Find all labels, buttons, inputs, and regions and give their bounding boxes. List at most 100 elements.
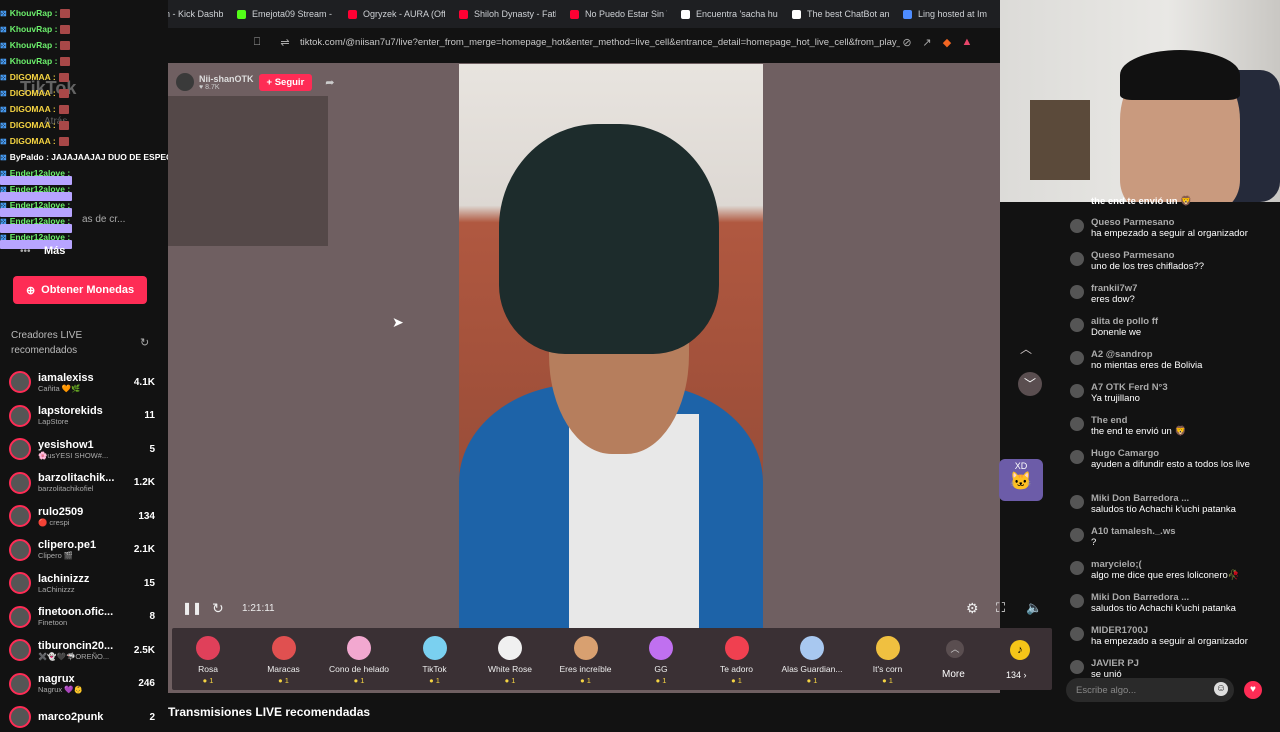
creator-avatar <box>9 572 31 594</box>
gift-item[interactable]: White Rose ● 1 <box>474 636 546 685</box>
chat-username[interactable]: Miki Don Barredora ... <box>1091 592 1270 603</box>
chat-text: ha empezado a seguir al organizador <box>1091 228 1248 239</box>
overlay-chat-name: KhouvRap : <box>9 8 58 18</box>
chat-username[interactable]: alita de pollo ff <box>1091 316 1270 327</box>
no-tracking-icon[interactable]: ⊘ <box>900 36 914 49</box>
chat-username[interactable]: MIDER1700J <box>1091 625 1270 636</box>
next-stream-icon[interactable]: ﹀ <box>1018 372 1042 396</box>
gift-item[interactable]: TikTok ● 1 <box>399 636 471 685</box>
like-heart-icon[interactable]: ♥ <box>1244 681 1262 699</box>
host-name[interactable]: Nii-shanOTK <box>199 74 254 84</box>
settings-icon[interactable]: ⚙ <box>966 600 979 617</box>
video-frame[interactable] <box>459 64 763 630</box>
tab-favicon-icon <box>459 9 468 19</box>
creator-item[interactable]: clipero.pe1 Clipero 🎬 2.1K <box>9 535 155 565</box>
browser-tab[interactable]: Shiloh Dynasty - Fathe <box>451 2 556 26</box>
chat-username[interactable]: Miki Don Barredora ... <box>1091 493 1270 504</box>
creator-item[interactable]: nagrux Nagrux 💜👶 246 <box>9 669 155 699</box>
browser-tab[interactable]: The best ChatBot and <box>784 2 889 26</box>
creator-item[interactable]: rulo2509 🔴 crespi 134 <box>9 501 155 531</box>
chat-avatar[interactable] <box>1070 384 1084 398</box>
gift-item[interactable]: Maracas ● 1 <box>248 636 320 685</box>
chat-avatar[interactable] <box>1070 450 1084 464</box>
chat-avatar[interactable] <box>1070 351 1084 365</box>
chat-username[interactable]: The end <box>1091 415 1270 426</box>
emote-icon <box>58 120 69 130</box>
tab-favicon-icon <box>903 9 912 19</box>
share-icon[interactable]: ↗ <box>920 36 934 49</box>
creator-item[interactable]: lachinizzz LaChinizzz 15 <box>9 568 155 598</box>
creator-item[interactable]: finetoon.ofic... Finetoon 8 <box>9 602 155 632</box>
brave-shield-icon[interactable]: ◆ <box>940 36 954 49</box>
chat-username[interactable]: Queso Parmesano <box>1091 217 1270 228</box>
creator-item[interactable]: barzolitachik... barzolitachikofiel 1.2K <box>9 468 155 498</box>
site-info-icon[interactable]: ⇌ <box>278 36 292 49</box>
chat-username[interactable]: A2 @sandrop <box>1091 349 1270 360</box>
follow-button[interactable]: + Seguir <box>258 73 313 91</box>
browser-tab[interactable]: Ling hosted at Im <box>895 2 1000 26</box>
creator-item[interactable]: iamalexiss Cañita 🧡🌿 4.1K <box>9 367 155 397</box>
gift-item[interactable]: Alas Guardian... ● 1 <box>776 636 848 685</box>
webcam-overlay <box>1000 0 1280 202</box>
chat-avatar[interactable] <box>1070 219 1084 233</box>
reload-icon[interactable]: ↻ <box>212 600 224 617</box>
overlay-chat-name: DIGOMAA : <box>9 104 56 114</box>
gift-icon <box>422 636 447 660</box>
chat-username[interactable]: marycielo;( <box>1091 559 1270 570</box>
host-avatar[interactable] <box>176 73 194 91</box>
gift-item[interactable]: GG ● 1 <box>625 636 697 685</box>
gift-item[interactable]: It's corn ● 1 <box>852 636 924 685</box>
coin-balance-icon[interactable]: ♪ <box>1010 640 1030 660</box>
chat-avatar[interactable] <box>1070 561 1084 575</box>
chat-input[interactable]: Escribe algo... <box>1066 678 1234 702</box>
chat-avatar[interactable] <box>1070 252 1084 266</box>
refresh-icon[interactable]: ↻ <box>140 336 149 349</box>
browser-tab[interactable]: Encuentra 'sacha huan <box>673 2 778 26</box>
creator-item[interactable]: lapstorekids LapStore 11 <box>9 401 155 431</box>
creator-name: barzolitachik... <box>38 472 115 484</box>
coin-balance[interactable]: 134 › <box>1006 670 1027 680</box>
get-coins-button[interactable]: ⊕ Obtener Monedas <box>13 276 147 304</box>
pause-icon[interactable]: ❚❚ <box>182 601 202 615</box>
browser-tab[interactable]: Emejota09 Stream - W <box>229 2 334 26</box>
chat-username[interactable]: A10 tamalesh._.ws <box>1091 526 1270 537</box>
rewards-icon[interactable]: ▲ <box>960 36 974 48</box>
gift-item[interactable]: Rosa ● 1 <box>172 636 244 685</box>
share-stream-icon[interactable]: ➦ <box>325 76 334 89</box>
gift-item[interactable]: Eres increíble ● 1 <box>550 636 622 685</box>
chat-avatar[interactable] <box>1070 285 1084 299</box>
gift-item[interactable]: Te adoro ● 1 <box>701 636 773 685</box>
creator-subtitle: Clipero 🎬 <box>38 551 74 560</box>
chat-username[interactable]: Hugo Camargo <box>1091 448 1270 459</box>
chat-message: the end te envió un 🦁 <box>1070 196 1270 207</box>
expand-gifts-icon[interactable]: ︿ <box>946 640 964 658</box>
chat-username[interactable]: JAVIER PJ <box>1091 658 1270 669</box>
chat-avatar[interactable] <box>1070 528 1084 542</box>
more-gifts-label[interactable]: More <box>942 669 965 680</box>
volume-icon[interactable]: 🔈 <box>1026 600 1042 616</box>
cat-icon: 🐱 <box>1009 471 1033 491</box>
emoji-icon[interactable]: ☺ <box>1214 682 1228 696</box>
address-bar[interactable]: ⎕ ⇌ tiktok.com/@niisan7u7/live?enter_fro… <box>250 30 1000 54</box>
chat-avatar[interactable] <box>1070 594 1084 608</box>
chat-username[interactable]: A7 OTK Ferd N°3 <box>1091 382 1270 393</box>
chat-username[interactable]: the end te envió un 🦁 <box>1091 196 1270 207</box>
bookmark-icon[interactable]: ⎕ <box>250 36 264 49</box>
creator-item[interactable]: marco2punk 2 <box>9 702 155 732</box>
creator-item[interactable]: yesishow1 🌸usYESI SHOW#... 5 <box>9 434 155 464</box>
chat-username[interactable]: Queso Parmesano <box>1091 250 1270 261</box>
more-link[interactable]: Más <box>44 245 65 257</box>
previous-stream-icon[interactable]: ︿ <box>1020 340 1032 357</box>
browser-tab[interactable]: No Puedo Estar Sin Ti <box>562 2 667 26</box>
gift-item[interactable]: Cono de helado ● 1 <box>323 636 395 685</box>
chat-avatar[interactable] <box>1070 660 1084 674</box>
chat-avatar[interactable] <box>1070 417 1084 431</box>
chat-username[interactable]: frankii7w7 <box>1091 283 1270 294</box>
creator-item[interactable]: tiburoncin20... ✖️👻🖤🦈OREÑO... 2.5K <box>9 635 155 665</box>
browser-tab[interactable]: Ogryzek - AURA (Offic <box>340 2 445 26</box>
chat-avatar[interactable] <box>1070 627 1084 641</box>
fullscreen-icon[interactable]: ⛶ <box>996 600 1005 616</box>
chat-avatar[interactable] <box>1070 318 1084 332</box>
url-text[interactable]: tiktok.com/@niisan7u7/live?enter_from_me… <box>300 37 900 48</box>
chat-avatar[interactable] <box>1070 495 1084 509</box>
